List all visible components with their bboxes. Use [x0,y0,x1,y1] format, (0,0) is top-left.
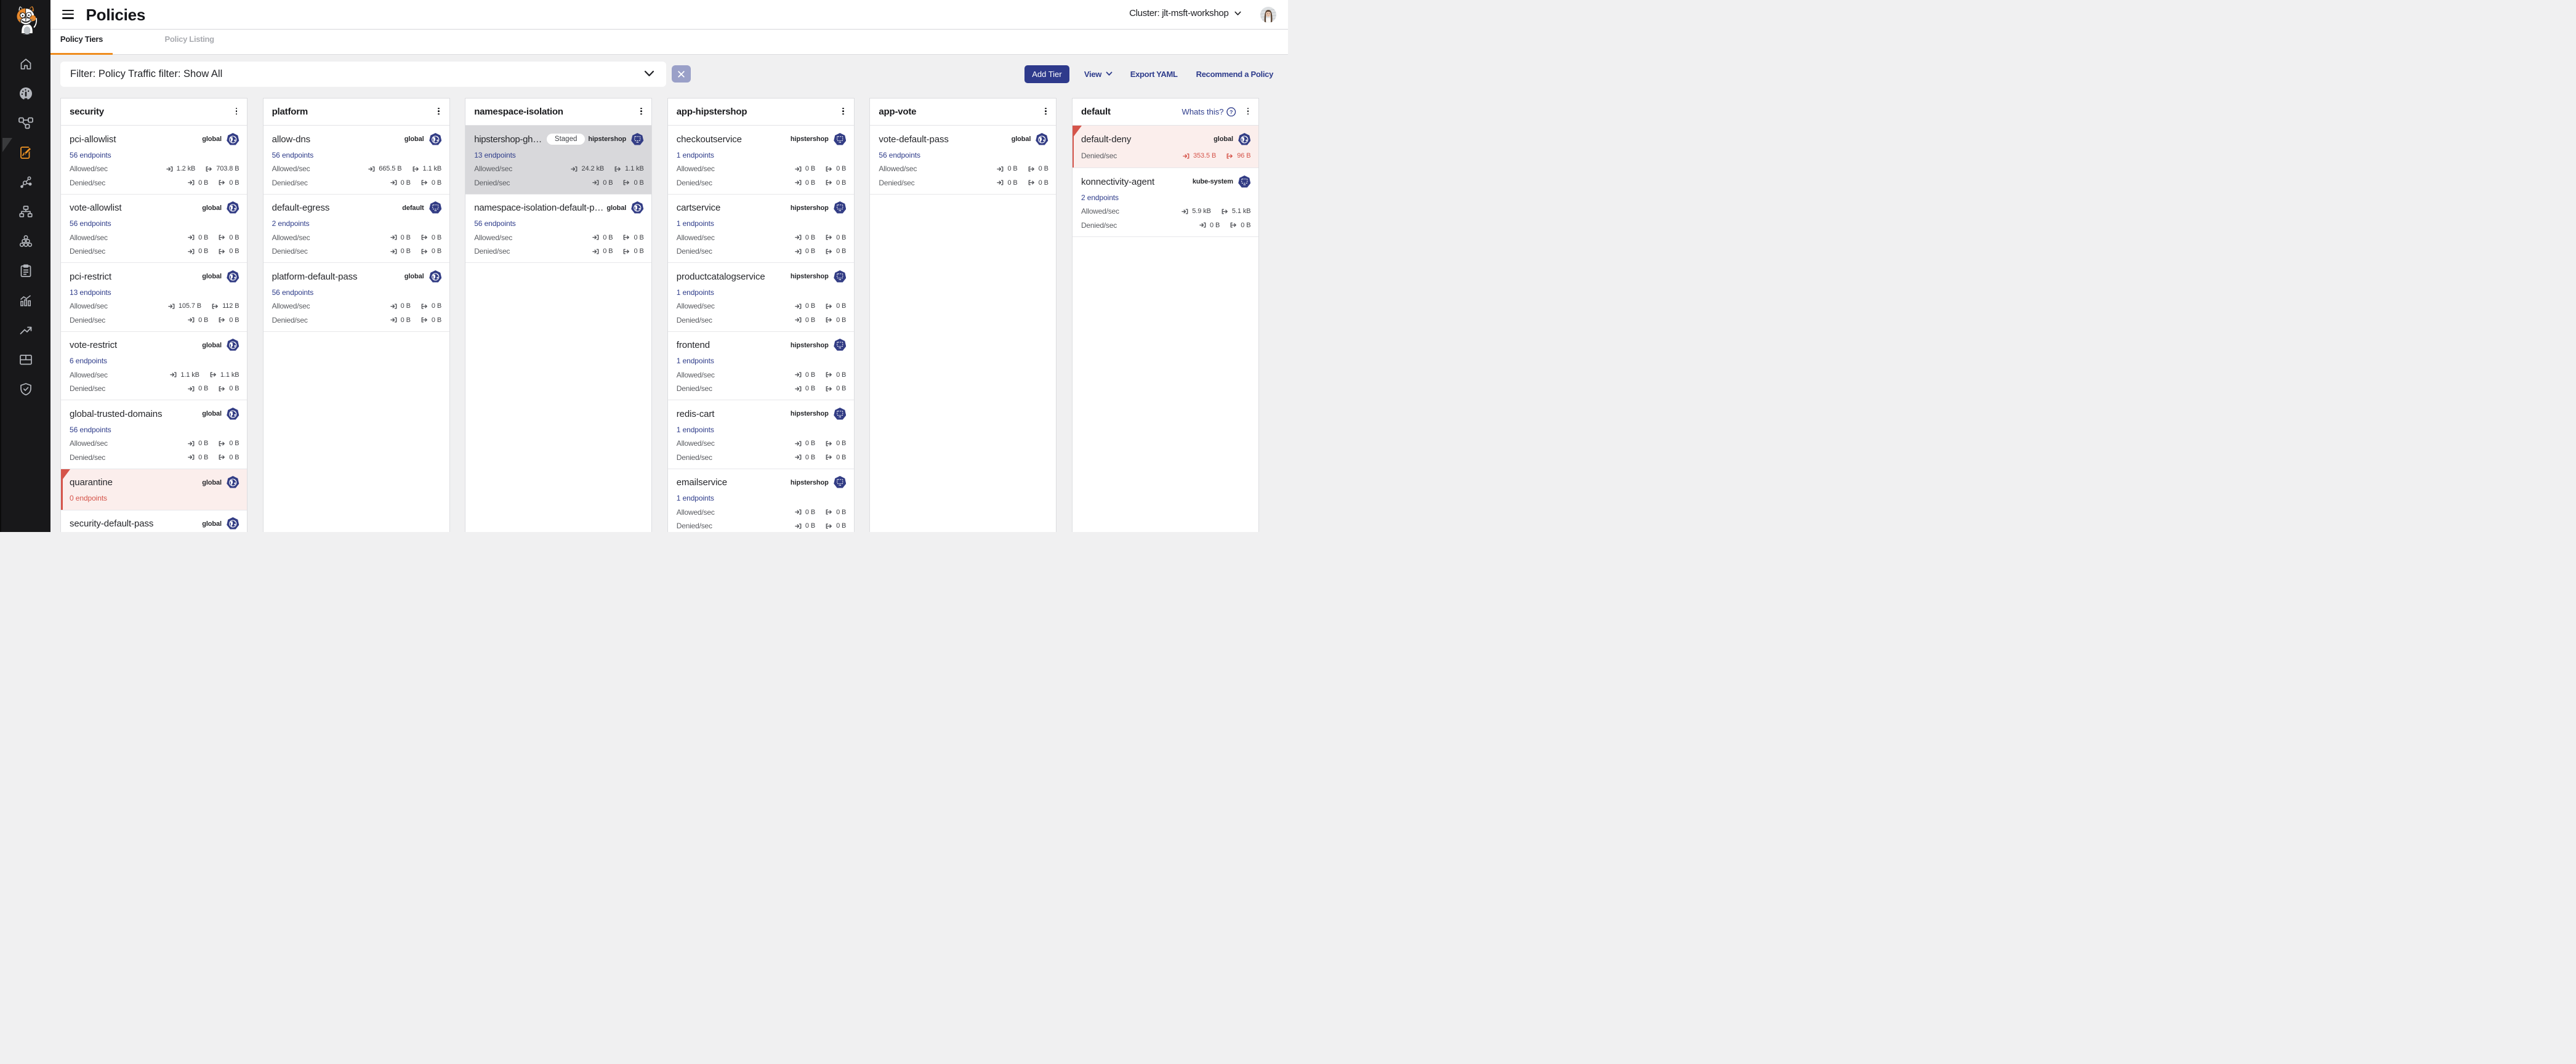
svg-text:?: ? [1230,109,1233,115]
